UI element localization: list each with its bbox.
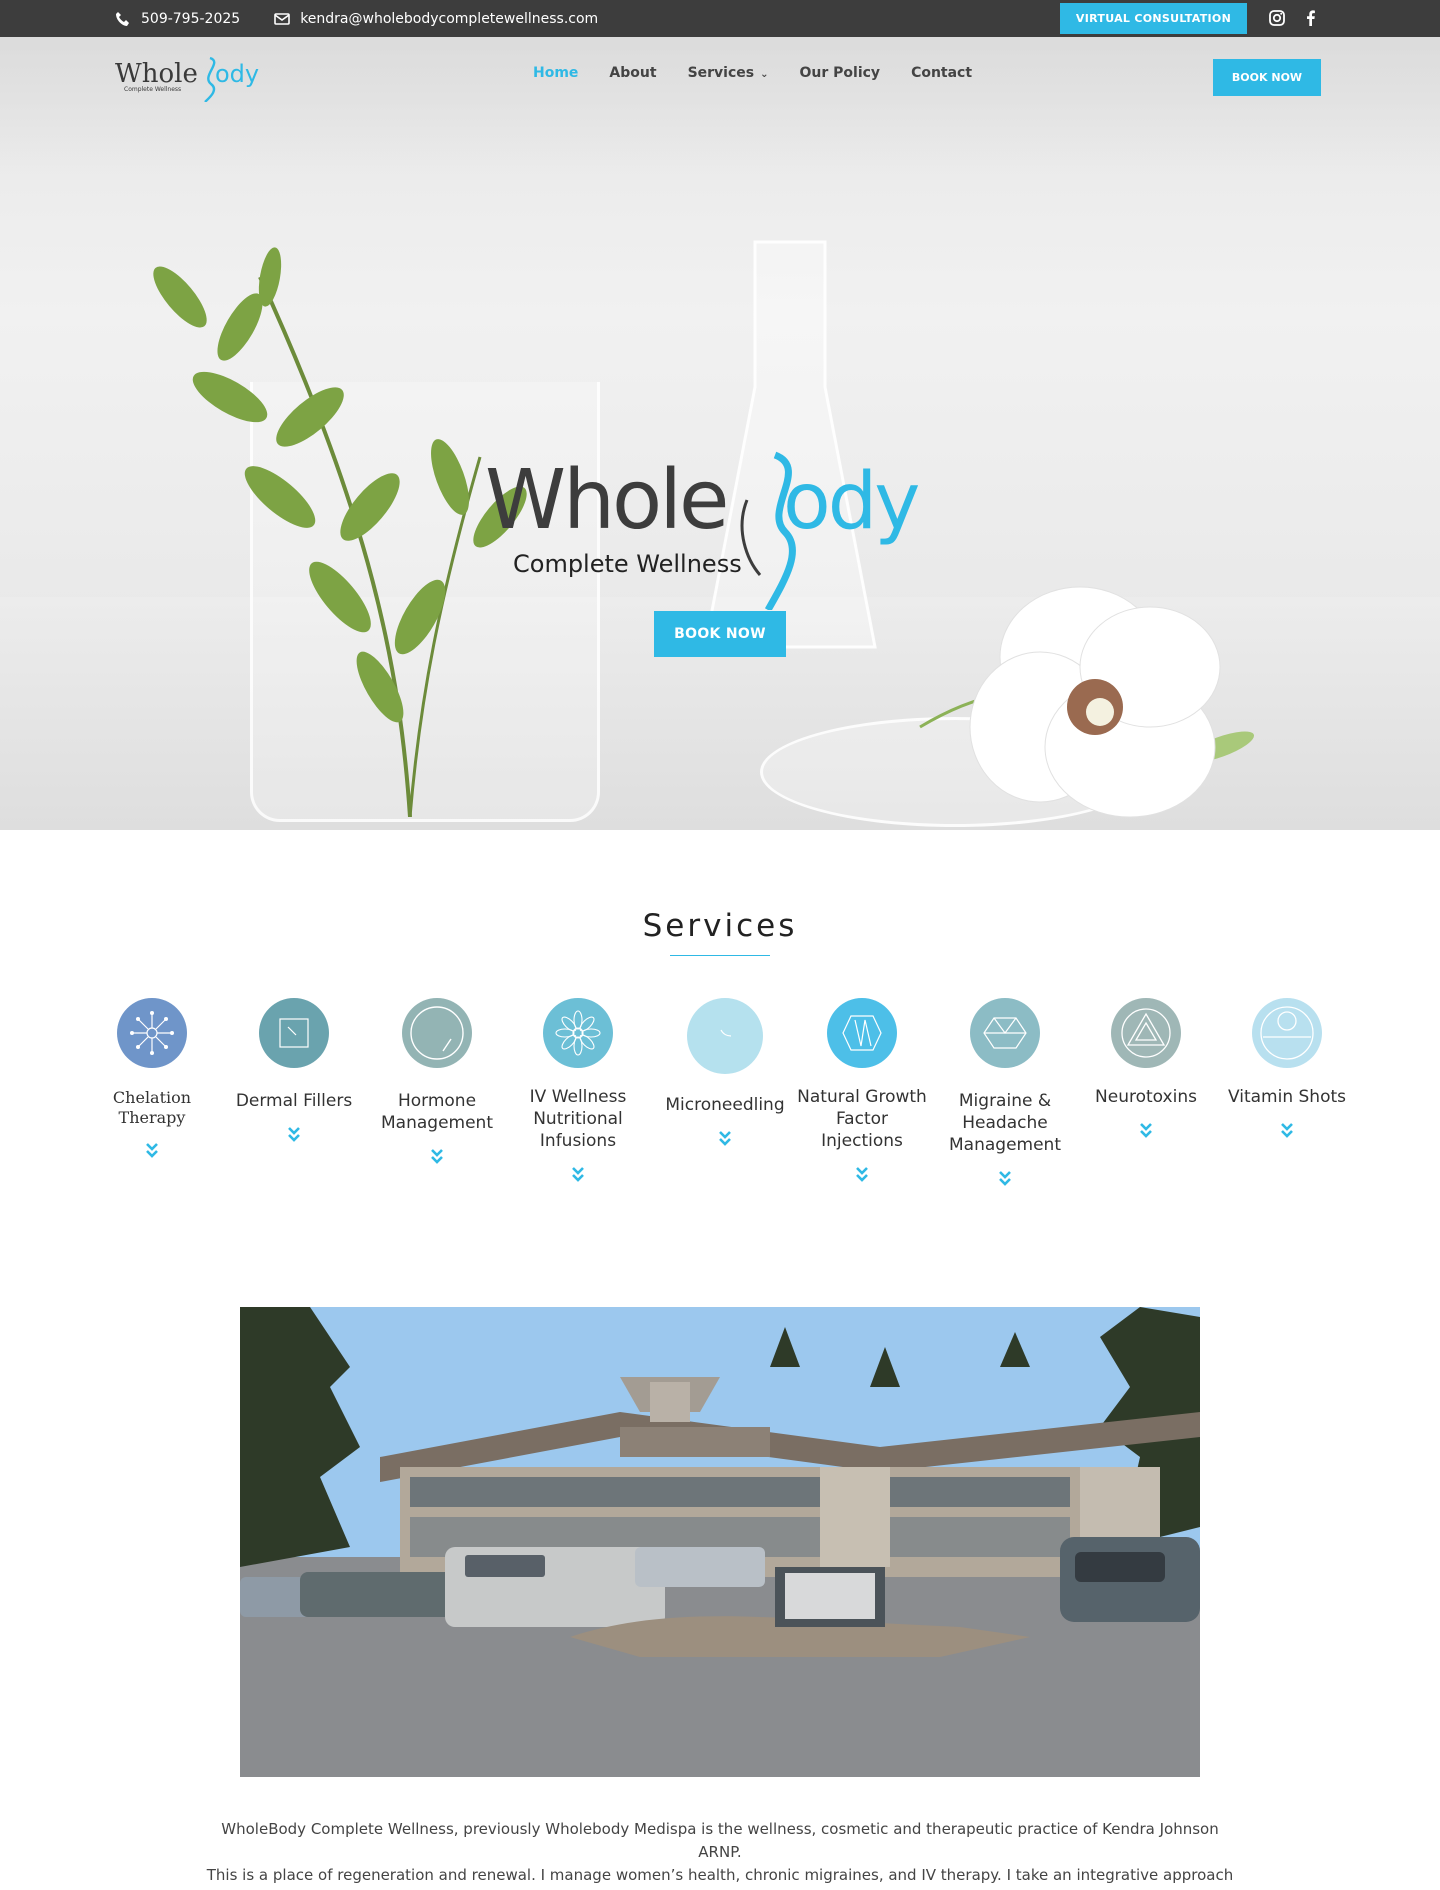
service-neurotoxins[interactable]: Neurotoxins [1081,998,1211,1140]
top-bar: 509-795-2025 kendra@wholebodycompletewel… [0,0,1440,37]
service-label: Hormone Management [381,1091,493,1133]
hormone-icon [402,998,472,1068]
nav-item-contact[interactable]: Contact [911,65,972,81]
chevron-double-down-icon [940,1170,1070,1188]
service-migraine-management[interactable]: Migraine & Headache Management [940,998,1070,1188]
service-iv-wellness[interactable]: IV Wellness Nutritional Infusions [513,998,643,1184]
neurotoxin-icon [1111,998,1181,1068]
clinic-building-photo [240,1307,1200,1777]
nav-item-home[interactable]: Home [533,65,578,81]
hero-section [0,37,1440,830]
phone-icon [115,11,131,27]
chevron-down-icon: ⌄ [760,69,769,80]
chelation-icon [117,998,187,1068]
service-vitamin-shots[interactable]: Vitamin Shots [1222,998,1352,1140]
microneedling-icon [687,998,763,1074]
hero-book-now-button[interactable]: BOOK NOW [654,611,786,657]
svg-text:Whole: Whole [115,59,198,89]
service-label: Microneedling [665,1095,785,1115]
nav-item-services[interactable]: Services ⌄ [688,65,769,81]
site-logo[interactable]: Whole ody Complete Wellness [115,52,265,102]
service-hormone-management[interactable]: Hormone Management [372,998,502,1166]
iv-infusion-icon [543,998,613,1068]
service-label: Vitamin Shots [1227,1087,1346,1107]
nav-menu: Home About Services ⌄ Our Policy Contact [533,65,972,81]
svg-text:ody: ody [783,457,918,547]
about-text: WholeBody Complete Wellness, previously … [200,1818,1240,1890]
service-label: Neurotoxins [1095,1087,1197,1107]
service-label: Natural Growth Factor Injections [797,1087,927,1151]
nav-item-about[interactable]: About [609,65,656,81]
growth-factor-icon [827,998,897,1068]
svg-text:ody: ody [215,60,259,88]
chevron-double-down-icon [87,1142,217,1160]
service-label: IV Wellness Nutritional Infusions [529,1087,627,1151]
service-label: Migraine & Headache Management [949,1091,1061,1155]
svg-text:Complete Wellness: Complete Wellness [124,86,181,93]
chevron-double-down-icon [229,1126,359,1144]
service-natural-growth-factor[interactable]: Natural Growth Factor Injections [797,998,927,1184]
service-dermal-fillers[interactable]: Dermal Fillers [229,998,359,1144]
phone-link[interactable]: 509-795-2025 [141,11,240,27]
main-nav: Whole ody Complete Wellness Home About S… [0,37,1440,117]
email-link[interactable]: kendra@wholebodycompletewellness.com [300,11,598,27]
nav-item-services-label: Services [687,65,755,81]
hero-logo: Whole ody Complete Wellness [485,451,921,610]
chevron-double-down-icon [797,1166,927,1184]
migraine-icon [970,998,1040,1068]
service-label: Dermal Fillers [235,1091,353,1111]
service-microneedling[interactable]: Microneedling [660,998,790,1148]
svg-text:Whole: Whole [485,453,726,548]
virtual-consultation-button[interactable]: VIRTUAL CONSULTATION [1060,3,1247,34]
chevron-double-down-icon [1081,1122,1211,1140]
nav-item-our-policy[interactable]: Our Policy [800,65,881,81]
social-links [1268,9,1320,27]
chevron-double-down-icon [372,1148,502,1166]
contact-info: 509-795-2025 kendra@wholebodycompletewel… [115,0,598,37]
book-now-button[interactable]: BOOK NOW [1213,59,1321,96]
dermal-fillers-icon [259,998,329,1068]
service-label: Chelation Therapy [112,1088,192,1127]
about-paragraph-1: WholeBody Complete Wellness, previously … [221,1820,1219,1861]
service-chelation-therapy[interactable]: Chelation Therapy [87,998,217,1160]
services-heading: Services [642,908,798,944]
vitamin-icon [1252,998,1322,1068]
chevron-double-down-icon [1222,1122,1352,1140]
chevron-double-down-icon [660,1130,790,1148]
services-divider [670,955,770,956]
instagram-icon[interactable] [1268,9,1286,27]
facebook-icon[interactable] [1302,9,1320,27]
chevron-double-down-icon [513,1166,643,1184]
envelope-icon [274,11,290,27]
svg-text:Complete Wellness: Complete Wellness [513,550,742,578]
about-paragraph-2: This is a place of regeneration and rene… [206,1866,1234,1890]
